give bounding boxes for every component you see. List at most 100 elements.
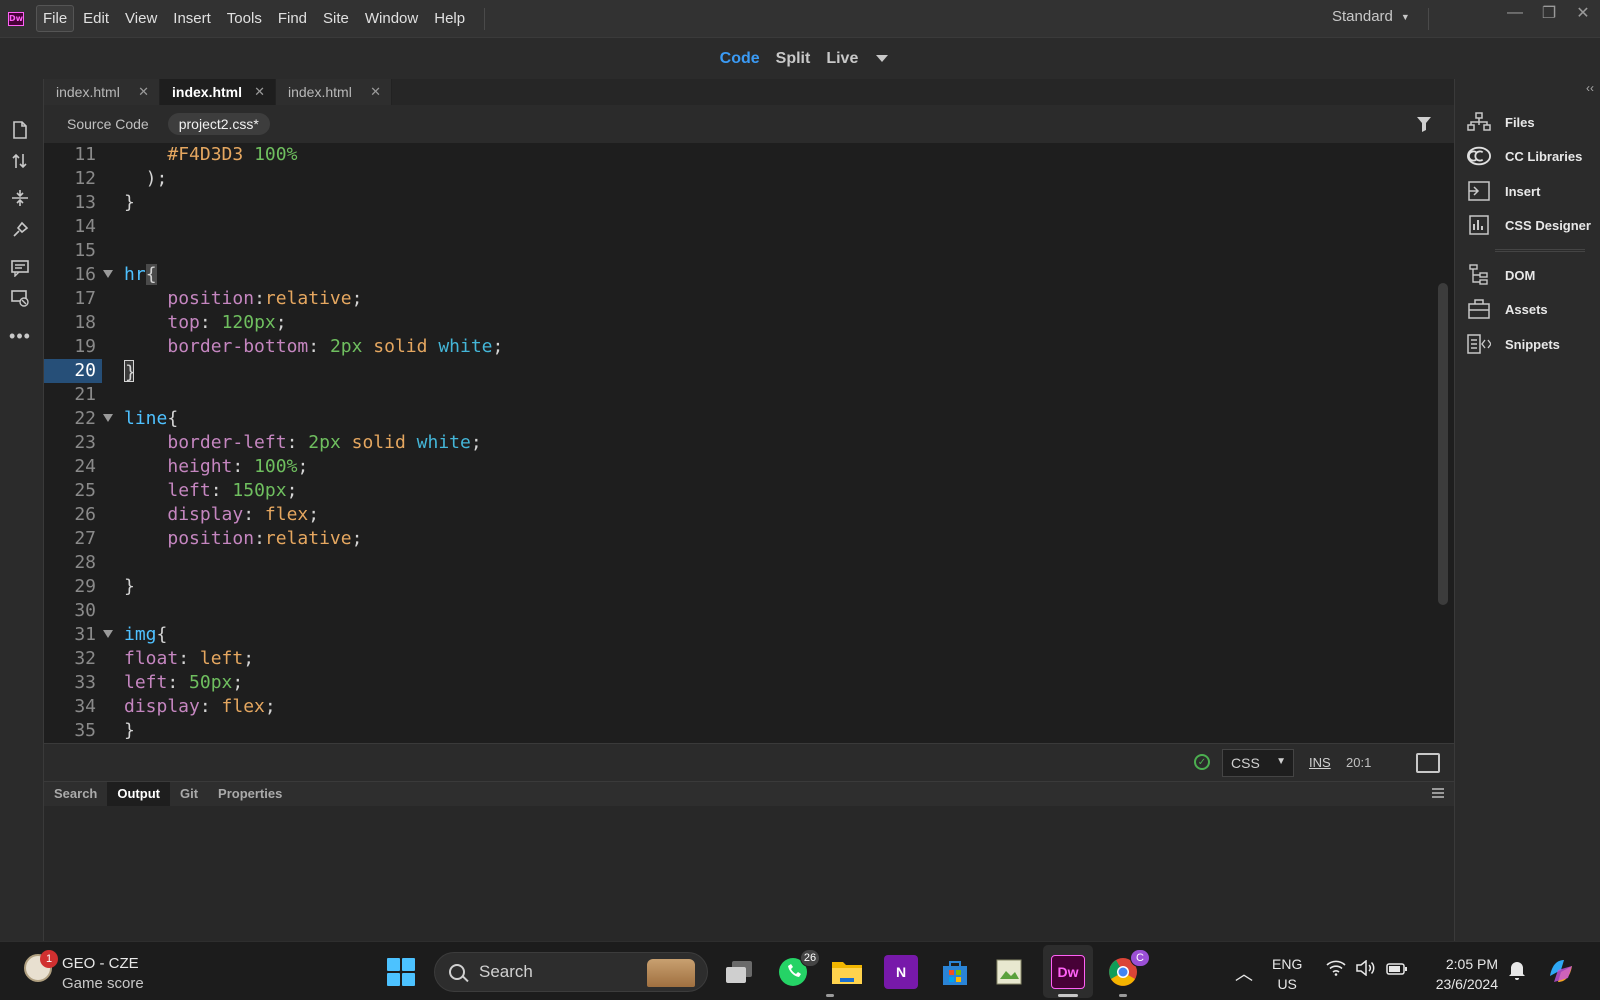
- code-line[interactable]: 32 float: left;: [44, 647, 1454, 671]
- show-hidden-icons-chevron[interactable]: ︿: [1235, 960, 1253, 986]
- close-tab-icon[interactable]: ✕: [254, 84, 265, 100]
- code-line[interactable]: 17 position:relative;: [44, 287, 1454, 311]
- menu-file[interactable]: File: [36, 5, 75, 32]
- code-line[interactable]: 26 display: flex;: [44, 503, 1454, 527]
- code-line[interactable]: 33 left: 50px;: [44, 671, 1454, 695]
- expand-collapse-icon[interactable]: [9, 187, 31, 209]
- filter-icon[interactable]: [1416, 116, 1432, 135]
- menu-edit[interactable]: Edit: [76, 5, 116, 32]
- related-file-tab-active[interactable]: project2.css*: [167, 113, 270, 135]
- code-line[interactable]: 23 border-left: 2px solid white;: [44, 431, 1454, 455]
- code-line[interactable]: 11 #F4D3D3 100%: [44, 143, 1454, 167]
- code-line[interactable]: 35}: [44, 719, 1454, 743]
- editor-scrollbar[interactable]: [1438, 283, 1448, 605]
- panel-assets[interactable]: Assets: [1467, 296, 1548, 322]
- notification-bell-icon[interactable]: [1508, 960, 1526, 985]
- panel-insert[interactable]: Insert: [1467, 178, 1540, 204]
- panel-tab-git[interactable]: Git: [170, 782, 208, 806]
- code-line[interactable]: 14: [44, 215, 1454, 239]
- close-window-icon[interactable]: ✕: [1566, 0, 1600, 26]
- menu-help[interactable]: Help: [427, 5, 472, 32]
- whatsapp-icon[interactable]: 26: [776, 949, 820, 989]
- menu-tools[interactable]: Tools: [220, 5, 269, 32]
- code-line[interactable]: 34 display: flex;: [44, 695, 1454, 719]
- code-line[interactable]: 22 line{: [44, 407, 1454, 431]
- task-view-icon[interactable]: [722, 955, 756, 989]
- battery-icon[interactable]: [1386, 960, 1408, 981]
- fold-toggle-icon[interactable]: [103, 270, 113, 278]
- panel-tab-properties[interactable]: Properties: [208, 782, 292, 806]
- code-line[interactable]: 28: [44, 551, 1454, 575]
- code-line[interactable]: 25 left: 150px;: [44, 479, 1454, 503]
- code-line[interactable]: 30: [44, 599, 1454, 623]
- chrome-profile-badge: C: [1130, 949, 1150, 967]
- code-view-button[interactable]: Code: [720, 50, 760, 68]
- code-line[interactable]: 18 top: 120px;: [44, 311, 1454, 335]
- remove-comment-icon[interactable]: [9, 287, 31, 309]
- real-time-preview-icon[interactable]: [1416, 753, 1440, 773]
- game-score-widget[interactable]: 1 GEO - CZE Game score: [24, 950, 144, 994]
- dreamweaver-taskbar-icon[interactable]: Dw: [1051, 955, 1085, 989]
- code-line[interactable]: 24 height: 100%;: [44, 455, 1454, 479]
- file-explorer-icon[interactable]: [830, 955, 864, 989]
- code-line[interactable]: 29}: [44, 575, 1454, 599]
- microsoft-store-icon[interactable]: [938, 955, 972, 989]
- taskbar-search[interactable]: Search: [434, 952, 708, 992]
- document-tab[interactable]: index.html ✕: [276, 79, 392, 105]
- panel-cc-libraries[interactable]: CC Libraries: [1467, 143, 1582, 169]
- menu-insert[interactable]: Insert: [166, 5, 218, 32]
- format-brush-icon[interactable]: [9, 219, 31, 241]
- document-tab-active[interactable]: index.html ✕: [160, 79, 276, 105]
- panel-menu-icon[interactable]: [1432, 788, 1444, 798]
- insert-mode-indicator[interactable]: INS: [1309, 755, 1331, 770]
- code-editor[interactable]: 11 #F4D3D3 100% 12 ); 13} 14 15 16 hr{17 posit…: [44, 143, 1454, 743]
- comment-icon[interactable]: [9, 257, 31, 279]
- onenote-icon[interactable]: N: [884, 955, 918, 989]
- notepad-image-icon[interactable]: [992, 955, 1026, 989]
- code-line[interactable]: 19 border-bottom: 2px solid white;: [44, 335, 1454, 359]
- document-tab[interactable]: index.html ✕: [44, 79, 160, 105]
- live-view-button[interactable]: Live: [826, 50, 858, 68]
- collapse-panels-icon[interactable]: ‹‹: [1586, 81, 1594, 95]
- panel-snippets[interactable]: Snippets: [1467, 331, 1560, 357]
- menu-find[interactable]: Find: [271, 5, 314, 32]
- document-type-select[interactable]: CSS ▼: [1222, 749, 1294, 777]
- close-tab-icon[interactable]: ✕: [370, 84, 381, 100]
- code-line[interactable]: 13}: [44, 191, 1454, 215]
- code-line[interactable]: 12 );: [44, 167, 1454, 191]
- code-line[interactable]: 21: [44, 383, 1454, 407]
- input-language-indicator[interactable]: ENG US: [1272, 954, 1302, 994]
- panel-dom[interactable]: DOM: [1467, 262, 1535, 288]
- panel-tab-output[interactable]: Output: [107, 782, 170, 806]
- panel-tab-search[interactable]: Search: [44, 782, 107, 806]
- wifi-icon[interactable]: [1326, 960, 1346, 981]
- fold-toggle-icon[interactable]: [103, 630, 113, 638]
- windows-start-icon[interactable]: [387, 958, 415, 986]
- live-options-chevron-icon[interactable]: [876, 55, 889, 62]
- restore-icon[interactable]: ❐: [1532, 0, 1566, 26]
- document-icon[interactable]: [9, 119, 31, 141]
- file-transfer-icon[interactable]: [9, 150, 31, 172]
- split-view-button[interactable]: Split: [776, 50, 811, 68]
- panel-css-designer[interactable]: CSS Designer: [1467, 212, 1591, 238]
- code-line[interactable]: 16 hr{: [44, 263, 1454, 287]
- volume-icon[interactable]: [1356, 959, 1376, 981]
- menu-view[interactable]: View: [118, 5, 164, 32]
- workspace-switcher[interactable]: Standard ▼: [1332, 8, 1410, 25]
- close-tab-icon[interactable]: ✕: [138, 84, 149, 100]
- code-line[interactable]: 31 img{: [44, 623, 1454, 647]
- system-clock[interactable]: 2:05 PM 23/6/2024: [1408, 954, 1498, 994]
- more-tools-icon[interactable]: •••: [9, 325, 31, 347]
- panel-files[interactable]: Files: [1467, 109, 1535, 135]
- fold-toggle-icon[interactable]: [103, 414, 113, 422]
- source-code-tab[interactable]: Source Code: [56, 113, 160, 135]
- code-line[interactable]: 15: [44, 239, 1454, 263]
- menu-site[interactable]: Site: [316, 5, 356, 32]
- chrome-icon[interactable]: C: [1106, 949, 1150, 989]
- copilot-icon[interactable]: [1546, 956, 1576, 991]
- code-line[interactable]: 27 position:relative;: [44, 527, 1454, 551]
- code-line[interactable]: 20}: [44, 359, 1454, 383]
- minimize-icon[interactable]: —: [1498, 0, 1532, 26]
- menu-window[interactable]: Window: [358, 5, 425, 32]
